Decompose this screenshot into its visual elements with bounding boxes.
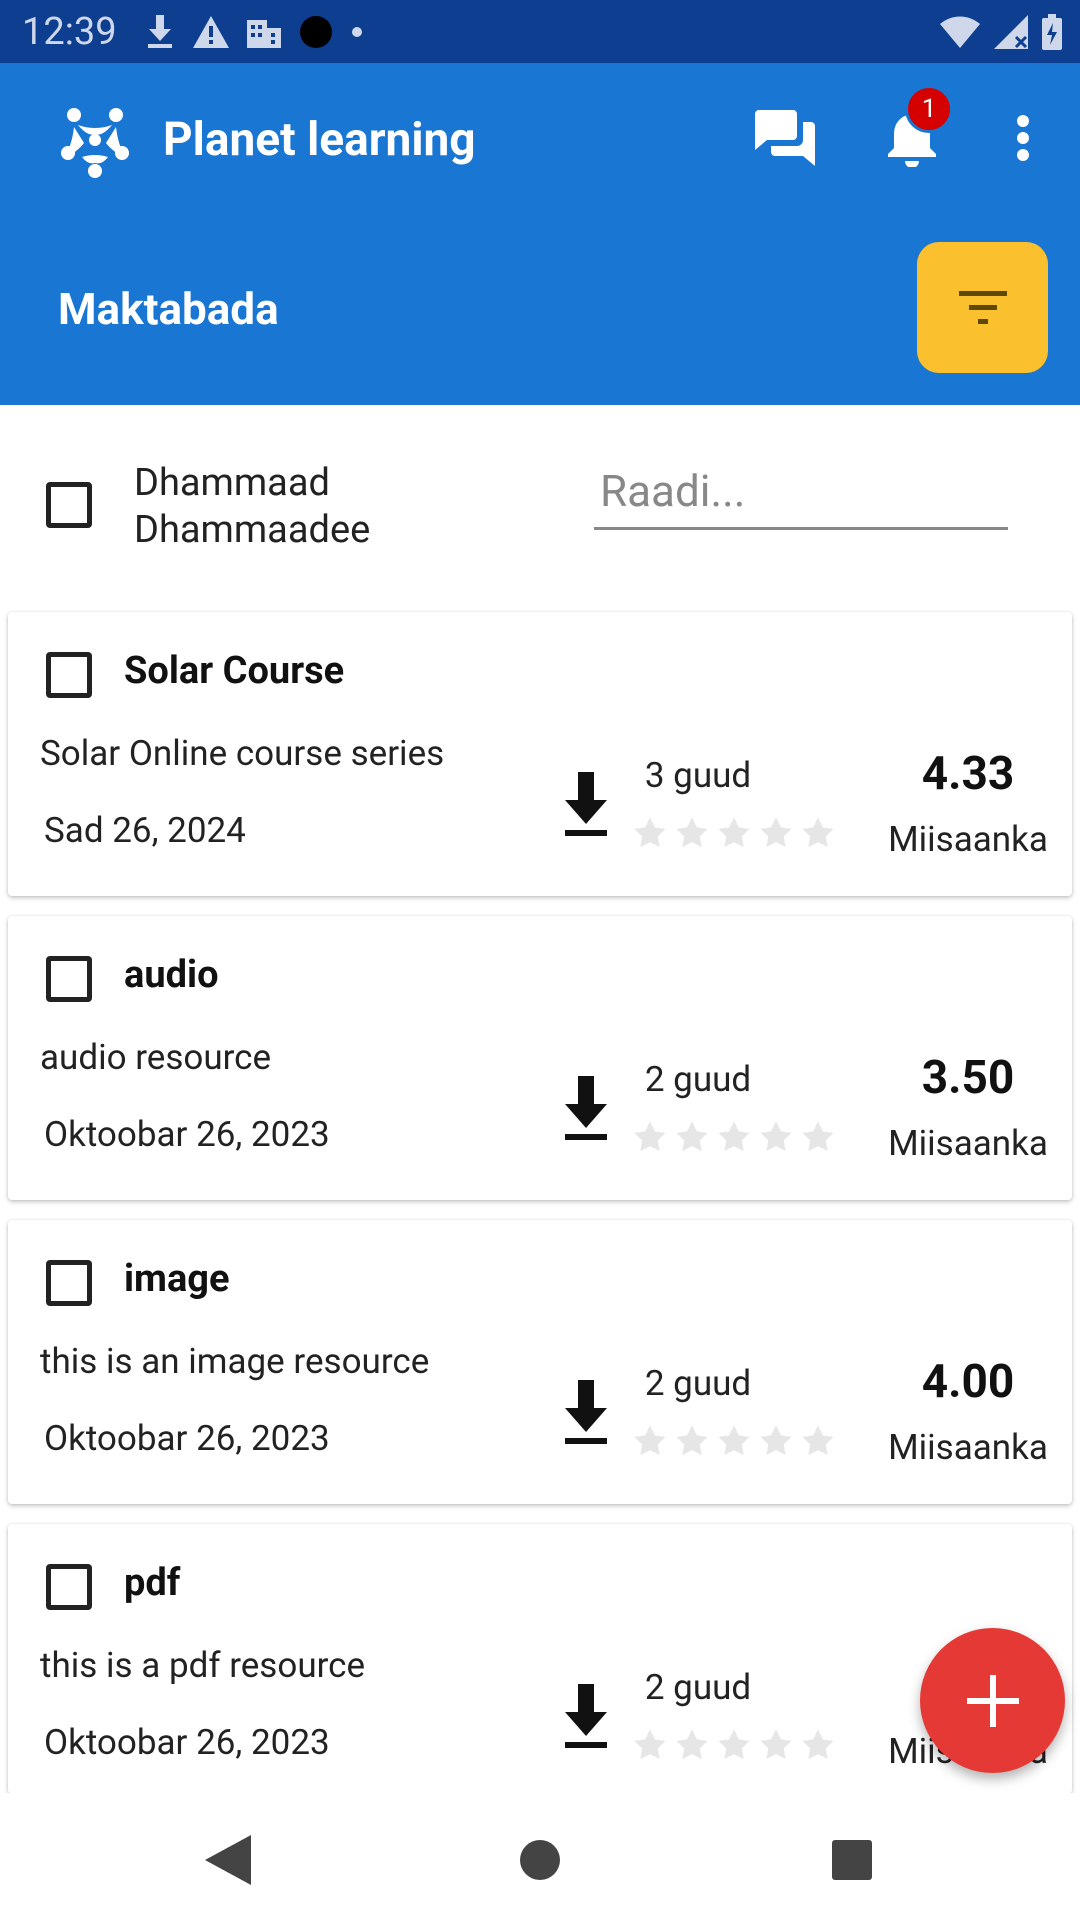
rating-label: Miisaanka <box>888 819 1048 860</box>
resource-checkbox[interactable] <box>46 1564 92 1610</box>
rating-value: 4.00 <box>921 1355 1015 1409</box>
select-all-row: Dhammaad Dhammaadee <box>0 405 1080 605</box>
rating-label: Miisaanka <box>888 1123 1048 1164</box>
star-icon[interactable] <box>801 816 835 850</box>
star-icon[interactable] <box>759 1424 793 1458</box>
star-icon[interactable] <box>801 1120 835 1154</box>
resource-card[interactable]: image this is an image resource Oktoobar… <box>8 1220 1072 1504</box>
select-all-label-line2: Dhammaadee <box>134 508 371 552</box>
review-count: 3 guud <box>644 755 752 796</box>
resource-description: Solar Online course series <box>40 733 445 774</box>
small-dot-icon <box>352 27 362 37</box>
resource-checkbox[interactable] <box>46 652 92 698</box>
resource-description: this is an image resource <box>40 1341 430 1382</box>
battery-icon <box>1042 14 1062 50</box>
rating-label: Miisaanka <box>888 1427 1048 1468</box>
star-icon[interactable] <box>759 1120 793 1154</box>
star-icon[interactable] <box>633 816 667 850</box>
home-icon <box>520 1840 560 1880</box>
star-icon[interactable] <box>633 1424 667 1458</box>
add-resource-button[interactable] <box>920 1628 1065 1773</box>
star-icon[interactable] <box>633 1728 667 1762</box>
resource-date: Oktoobar 26, 2023 <box>44 1418 330 1459</box>
star-icon[interactable] <box>675 1728 709 1762</box>
resource-title[interactable]: Solar Course <box>124 649 344 693</box>
search-input[interactable] <box>594 455 1008 527</box>
select-all-label: Dhammaad Dhammaadee <box>134 460 434 554</box>
resource-title[interactable]: image <box>124 1257 230 1301</box>
back-button[interactable] <box>198 1830 258 1890</box>
wifi-icon <box>940 16 980 48</box>
select-all-label-line1: Dhammaad <box>134 461 330 505</box>
status-notification-icons <box>145 12 363 52</box>
star-icon[interactable] <box>717 1424 751 1458</box>
resource-date: Sad 26, 2024 <box>44 810 246 851</box>
app-title: Planet learning <box>163 113 476 167</box>
recents-button[interactable] <box>822 1830 882 1890</box>
resource-title[interactable]: pdf <box>124 1561 180 1605</box>
notification-badge: 1 <box>905 85 953 133</box>
status-system-icons <box>940 12 1062 52</box>
star-icon[interactable] <box>717 816 751 850</box>
app-bar: Planet learning 1 Maktabada <box>0 63 1080 405</box>
download-status-icon <box>148 15 172 48</box>
system-nav-bar <box>0 1793 1080 1920</box>
recents-icon <box>832 1840 872 1880</box>
rating-value: 3.50 <box>921 1051 1015 1105</box>
status-bar: 12:39 <box>0 0 1080 63</box>
star-icon[interactable] <box>633 1120 667 1154</box>
signal-icon <box>994 15 1028 49</box>
review-count: 2 guud <box>644 1363 752 1404</box>
planet-learning-logo-icon <box>61 108 129 178</box>
review-count: 2 guud <box>644 1667 752 1708</box>
more-vert-icon <box>1017 115 1029 161</box>
star-icon[interactable] <box>717 1728 751 1762</box>
star-icon[interactable] <box>801 1728 835 1762</box>
chat-button[interactable] <box>750 103 820 173</box>
home-button[interactable] <box>510 1830 570 1890</box>
resource-date: Oktoobar 26, 2023 <box>44 1722 330 1763</box>
resource-date: Oktoobar 26, 2023 <box>44 1114 330 1155</box>
rating-stars[interactable] <box>633 816 835 850</box>
search-field <box>594 455 1008 530</box>
rating-stars[interactable] <box>633 1424 835 1458</box>
star-icon[interactable] <box>675 1424 709 1458</box>
chat-icon <box>755 110 815 166</box>
resource-card[interactable]: audio audio resource Oktoobar 26, 2023 2… <box>8 916 1072 1200</box>
star-icon[interactable] <box>717 1120 751 1154</box>
select-all-checkbox[interactable] <box>46 482 92 528</box>
rating-stars[interactable] <box>633 1728 835 1762</box>
resource-checkbox[interactable] <box>46 1260 92 1306</box>
plus-icon <box>966 1674 1019 1727</box>
star-icon[interactable] <box>675 816 709 850</box>
resource-description: audio resource <box>40 1037 272 1078</box>
building-icon <box>247 20 281 48</box>
resource-checkbox[interactable] <box>46 956 92 1002</box>
dot-icon <box>300 16 332 48</box>
filter-button[interactable] <box>917 242 1048 373</box>
star-icon[interactable] <box>801 1424 835 1458</box>
rating-stars[interactable] <box>633 1120 835 1154</box>
warning-icon <box>193 16 229 48</box>
resource-description: this is a pdf resource <box>40 1645 366 1686</box>
star-icon[interactable] <box>759 1728 793 1762</box>
star-icon[interactable] <box>759 816 793 850</box>
rating-value: 4.33 <box>921 747 1015 801</box>
status-time: 12:39 <box>22 10 117 54</box>
overflow-menu-button[interactable] <box>988 103 1058 173</box>
star-icon[interactable] <box>675 1120 709 1154</box>
filter-list-icon <box>958 290 1007 324</box>
resource-card[interactable]: Solar Course Solar Online course series … <box>8 612 1072 896</box>
resource-card[interactable]: pdf this is a pdf resource Oktoobar 26, … <box>8 1524 1072 1794</box>
resource-title[interactable]: audio <box>124 953 219 997</box>
section-title: Maktabada <box>58 283 279 335</box>
back-icon <box>205 1835 251 1885</box>
review-count: 2 guud <box>644 1059 752 1100</box>
